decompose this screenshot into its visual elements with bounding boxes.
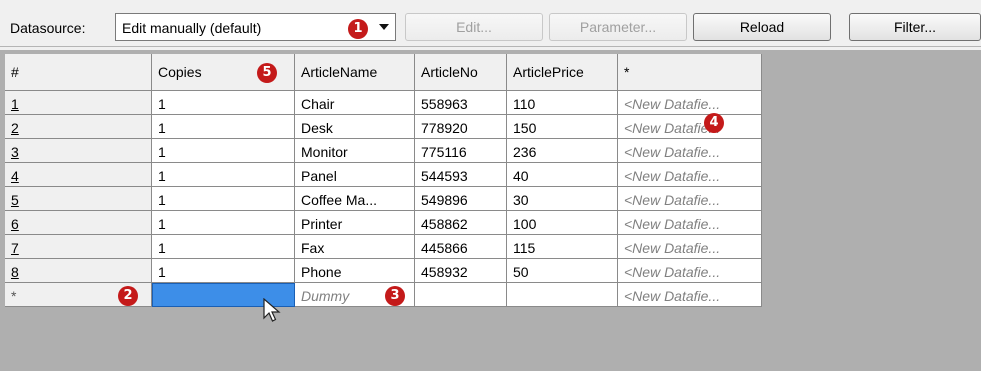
filter-button[interactable]: Filter... bbox=[849, 13, 981, 41]
new-datafield-cell[interactable]: <New Datafie... bbox=[618, 235, 762, 259]
table-cell[interactable]: 549896 bbox=[415, 187, 507, 211]
row-header[interactable]: 5 bbox=[5, 187, 152, 211]
chevron-down-icon[interactable] bbox=[379, 24, 389, 30]
table-cell[interactable]: 1 bbox=[152, 211, 295, 235]
datasource-value: Edit manually (default) bbox=[122, 20, 262, 36]
new-datafield-cell[interactable]: <New Datafie... bbox=[618, 163, 762, 187]
mouse-cursor-icon bbox=[263, 298, 281, 322]
table-cell[interactable]: 50 bbox=[507, 259, 618, 283]
row-header[interactable]: 1 bbox=[5, 91, 152, 115]
callout-badge-5: 5 bbox=[257, 63, 277, 83]
callout-badge-1: 1 bbox=[348, 19, 368, 39]
new-datafield-cell[interactable]: <New Datafie... bbox=[618, 187, 762, 211]
table-cell[interactable]: 445866 bbox=[415, 235, 507, 259]
table-cell[interactable]: 1 bbox=[152, 163, 295, 187]
table-cell[interactable]: 110 bbox=[507, 91, 618, 115]
new-datafield-cell[interactable]: <New Datafie... bbox=[618, 259, 762, 283]
table-cell[interactable]: 1 bbox=[152, 115, 295, 139]
table-cell[interactable]: 1 bbox=[152, 91, 295, 115]
row-header[interactable]: 3 bbox=[5, 139, 152, 163]
new-datafield-cell[interactable]: <New Datafie... bbox=[618, 283, 762, 307]
table-cell[interactable]: 1 bbox=[152, 187, 295, 211]
row-header[interactable]: 6 bbox=[5, 211, 152, 235]
table-cell[interactable]: 100 bbox=[507, 211, 618, 235]
toolbar: Datasource: Edit manually (default) 1 Ed… bbox=[0, 0, 981, 47]
new-datafield-cell[interactable]: <New Datafie... bbox=[618, 211, 762, 235]
table-cell[interactable]: Chair bbox=[295, 91, 415, 115]
column-header-articleprice[interactable]: ArticlePrice bbox=[507, 54, 618, 91]
callout-badge-3: 3 bbox=[385, 286, 405, 306]
parameter-button[interactable]: Parameter... bbox=[549, 13, 687, 41]
table-cell[interactable]: Monitor bbox=[295, 139, 415, 163]
callout-badge-4: 4 bbox=[704, 113, 724, 133]
row-header[interactable]: 2 bbox=[5, 115, 152, 139]
table-cell[interactable]: 458932 bbox=[415, 259, 507, 283]
new-datafield-cell[interactable]: <New Datafie... bbox=[618, 139, 762, 163]
table-cell[interactable]: 115 bbox=[507, 235, 618, 259]
table-cell[interactable]: Desk bbox=[295, 115, 415, 139]
table-cell[interactable]: 1 bbox=[152, 235, 295, 259]
row-header[interactable]: 8 bbox=[5, 259, 152, 283]
table-cell[interactable] bbox=[415, 283, 507, 307]
table-cell[interactable]: Panel bbox=[295, 163, 415, 187]
table-cell[interactable]: 1 bbox=[152, 259, 295, 283]
table-cell[interactable]: 778920 bbox=[415, 115, 507, 139]
new-datafield-cell[interactable]: <New Datafie... bbox=[618, 91, 762, 115]
callout-badge-2: 2 bbox=[118, 286, 138, 306]
table-cell[interactable]: 775116 bbox=[415, 139, 507, 163]
table-cell[interactable]: 150 bbox=[507, 115, 618, 139]
table-cell[interactable]: 40 bbox=[507, 163, 618, 187]
table-cell[interactable] bbox=[507, 283, 618, 307]
table-cell[interactable]: 544593 bbox=[415, 163, 507, 187]
table-cell[interactable]: 236 bbox=[507, 139, 618, 163]
edit-button[interactable]: Edit... bbox=[405, 13, 543, 41]
row-header[interactable]: 7 bbox=[5, 235, 152, 259]
table-cell[interactable]: Coffee Ma... bbox=[295, 187, 415, 211]
table-cell[interactable]: 458862 bbox=[415, 211, 507, 235]
new-datafield-cell[interactable]: <New Datafie... bbox=[618, 115, 762, 139]
table-cell[interactable]: Printer bbox=[295, 211, 415, 235]
column-header-articleno[interactable]: ArticleNo bbox=[415, 54, 507, 91]
table-cell[interactable]: 30 bbox=[507, 187, 618, 211]
reload-button[interactable]: Reload bbox=[693, 13, 831, 41]
table-cell[interactable]: Fax bbox=[295, 235, 415, 259]
datasource-label: Datasource: bbox=[10, 20, 86, 36]
row-header[interactable]: 4 bbox=[5, 163, 152, 187]
data-grid: # Copies ArticleName ArticleNo ArticlePr… bbox=[0, 50, 981, 371]
column-header-rownum: # bbox=[5, 54, 152, 91]
column-header-articlename[interactable]: ArticleName bbox=[295, 54, 415, 91]
column-header-new[interactable]: * bbox=[618, 54, 762, 91]
table-cell[interactable]: 1 bbox=[152, 139, 295, 163]
table-cell[interactable]: 558963 bbox=[415, 91, 507, 115]
table-cell[interactable]: Phone bbox=[295, 259, 415, 283]
